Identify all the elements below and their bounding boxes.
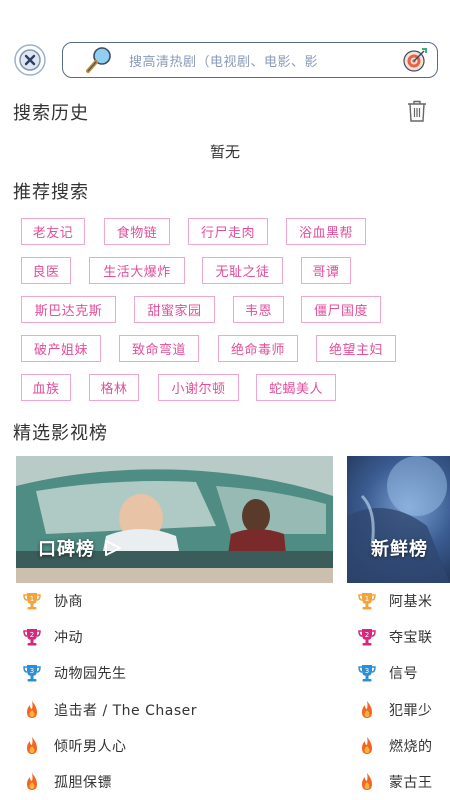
- trash-icon[interactable]: [404, 98, 430, 124]
- close-search-button[interactable]: [12, 42, 48, 78]
- tag-item[interactable]: 哥谭: [301, 257, 351, 284]
- ranking-card-label: 新鲜榜: [371, 539, 428, 560]
- recommend-title: 推荐搜索: [13, 182, 89, 203]
- tag-item[interactable]: 绝命毒师: [218, 335, 298, 362]
- rank-title: 倾听男人心: [54, 739, 127, 755]
- search-bar-row: 搜高清热剧（电视剧、电影、影: [12, 42, 438, 78]
- tag-item[interactable]: 生活大爆炸: [89, 257, 185, 284]
- search-placeholder: 搜高清热剧（电视剧、电影、影: [129, 54, 319, 70]
- rank-title: 夺宝联: [389, 630, 433, 646]
- ranking-card-fresh[interactable]: 新鲜榜: [347, 456, 450, 583]
- tag-item[interactable]: 绝望主妇: [316, 335, 396, 362]
- rankings-title: 精选影视榜: [13, 423, 108, 444]
- list-item[interactable]: 1 协商: [22, 590, 83, 612]
- tag-item[interactable]: 破产姐妹: [21, 335, 101, 362]
- rank-title: 燃烧的: [389, 739, 433, 755]
- rank-title: 冲动: [54, 630, 83, 646]
- list-item[interactable]: 犯罪少: [357, 699, 433, 721]
- car-scene-image: [16, 456, 333, 583]
- search-input[interactable]: 搜高清热剧（电视剧、电影、影: [62, 42, 438, 78]
- trophy-blue-icon: 3: [23, 665, 41, 682]
- trophy-blue-icon: 3: [358, 665, 376, 682]
- rank-title: 犯罪少: [389, 703, 433, 719]
- tag-item[interactable]: 浴血黑帮: [286, 218, 366, 245]
- tag-item[interactable]: 甜蜜家园: [134, 296, 215, 323]
- tag-item[interactable]: 格林: [89, 374, 139, 401]
- fire-icon: [27, 737, 37, 754]
- svg-text:1: 1: [30, 595, 34, 603]
- tag-item[interactable]: 老友记: [21, 218, 85, 245]
- tag-item[interactable]: 小谢尔顿: [158, 374, 239, 401]
- tag-item[interactable]: 蛇蝎美人: [256, 374, 336, 401]
- list-item[interactable]: 2 夺宝联: [357, 626, 433, 648]
- ranking-card-label: 口碑榜: [38, 535, 123, 561]
- list-item[interactable]: 倾听男人心: [22, 735, 127, 757]
- list-item[interactable]: 燃烧的: [357, 735, 433, 757]
- rank-title: 阿基米: [389, 594, 433, 610]
- rank-title: 动物园先生: [54, 666, 127, 682]
- trophy-gold-icon: 1: [358, 593, 376, 610]
- trophy-gold-icon: 1: [23, 593, 41, 610]
- list-item[interactable]: 蒙古王: [357, 771, 433, 793]
- tag-item[interactable]: 血族: [21, 374, 71, 401]
- svg-text:2: 2: [365, 631, 369, 639]
- history-title: 搜索历史: [13, 103, 89, 124]
- tag-item[interactable]: 食物链: [104, 218, 170, 245]
- list-item[interactable]: 3 信号: [357, 662, 418, 684]
- fire-icon: [362, 737, 372, 754]
- magnifier-icon: [83, 44, 115, 76]
- list-item[interactable]: 追击者 / The Chaser: [22, 699, 197, 721]
- list-item[interactable]: 3 动物园先生: [22, 662, 127, 684]
- history-empty-text: 暂无: [209, 143, 240, 161]
- tag-item[interactable]: 无耻之徒: [202, 257, 283, 284]
- tag-item[interactable]: 致命弯道: [119, 335, 199, 362]
- rank-title: 信号: [389, 666, 418, 682]
- fire-icon: [27, 773, 37, 790]
- list-item[interactable]: 2 冲动: [22, 626, 83, 648]
- rank-title: 协商: [54, 594, 83, 610]
- space-scene-image: [347, 456, 450, 583]
- svg-text:2: 2: [30, 631, 34, 639]
- tag-item[interactable]: 僵尸国度: [301, 296, 381, 323]
- rank-title: 孤胆保镖: [54, 775, 112, 791]
- rank-title: 蒙古王: [389, 775, 433, 791]
- tag-item[interactable]: 韦恩: [233, 296, 284, 323]
- target-icon[interactable]: [401, 46, 429, 74]
- close-icon: [14, 44, 46, 76]
- tag-item[interactable]: 良医: [21, 257, 71, 284]
- tag-item[interactable]: 行尸走肉: [188, 218, 268, 245]
- svg-text:3: 3: [365, 667, 369, 675]
- svg-text:1: 1: [365, 595, 369, 603]
- ranking-card-reputation[interactable]: 口碑榜: [16, 456, 333, 583]
- fire-icon: [27, 701, 37, 718]
- trophy-magenta-icon: 2: [358, 629, 376, 646]
- fire-icon: [362, 773, 372, 790]
- rank-title: 追击者 / The Chaser: [54, 703, 197, 719]
- tag-item[interactable]: 斯巴达克斯: [21, 296, 116, 323]
- svg-text:3: 3: [30, 667, 34, 675]
- list-item[interactable]: 孤胆保镖: [22, 771, 112, 793]
- play-triangle-icon: [105, 540, 121, 556]
- trophy-magenta-icon: 2: [23, 629, 41, 646]
- fire-icon: [362, 701, 372, 718]
- list-item[interactable]: 1 阿基米: [357, 590, 433, 612]
